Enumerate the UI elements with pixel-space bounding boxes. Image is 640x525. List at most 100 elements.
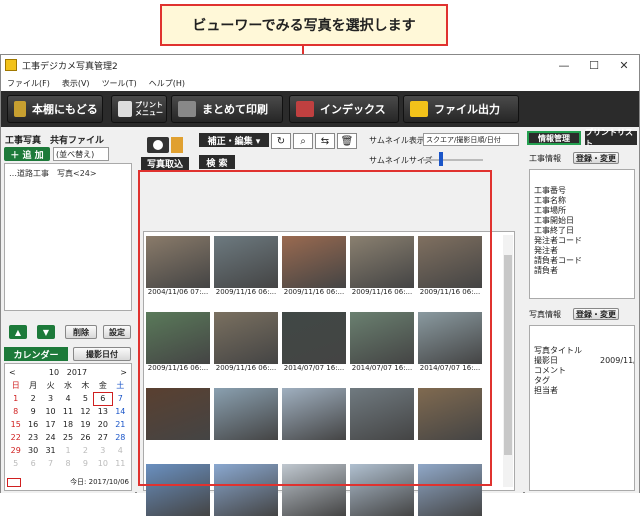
- calendar-weekday: 火: [46, 381, 55, 390]
- calendar-day[interactable]: 11: [112, 458, 129, 470]
- calendar-day[interactable]: 21: [112, 419, 129, 431]
- calendar-day[interactable]: 7: [42, 458, 59, 470]
- photo-import-button[interactable]: 写真取込: [141, 157, 189, 170]
- calendar-day[interactable]: 18: [59, 419, 76, 431]
- window-title: 工事デジカメ写真管理2: [22, 61, 118, 72]
- calendar-day[interactable]: 25: [59, 432, 76, 444]
- calendar-day[interactable]: 19: [77, 419, 94, 431]
- calendar-day[interactable]: 8: [59, 458, 76, 470]
- calendar-day[interactable]: 12: [77, 406, 94, 418]
- batch-print-button[interactable]: まとめて印刷: [171, 95, 283, 123]
- calendar-prev-button[interactable]: <: [9, 368, 16, 377]
- calendar-day[interactable]: 24: [42, 432, 59, 444]
- move-up-button[interactable]: ▲: [9, 325, 27, 339]
- calendar-day[interactable]: 4: [112, 445, 129, 457]
- calendar-day[interactable]: 1: [59, 445, 76, 457]
- today-marker-legend: [7, 477, 21, 487]
- maximize-button[interactable]: ☐: [579, 55, 609, 75]
- title-bar: 工事デジカメ写真管理2 — ☐ ✕: [1, 55, 639, 75]
- work-info-label: 工事情報: [529, 154, 561, 163]
- batch-print-icon: [178, 101, 196, 117]
- file-output-button[interactable]: ファイル出力: [403, 95, 519, 123]
- back-to-shelf-button[interactable]: 本棚にもどる: [7, 95, 103, 123]
- file-output-label: ファイル出力: [434, 103, 500, 116]
- calendar-day[interactable]: 9: [77, 458, 94, 470]
- magnifier-icon[interactable]: ⌕: [293, 133, 313, 149]
- calendar-day[interactable]: 13: [94, 406, 111, 418]
- calendar-today-label[interactable]: 今日: 2017/10/06: [70, 477, 129, 487]
- main-toolbar: 本棚にもどる プリント メニュー まとめて印刷 インデックス ファイル出力: [1, 91, 639, 127]
- calendar-day[interactable]: 23: [24, 432, 41, 444]
- print-menu-button[interactable]: プリント メニュー: [111, 95, 167, 123]
- calendar-day[interactable]: 7: [112, 393, 129, 405]
- calendar-day[interactable]: 27: [94, 432, 111, 444]
- calendar-day[interactable]: 1: [7, 393, 24, 405]
- calendar-day[interactable]: 3: [42, 393, 59, 405]
- tab-shoot-date[interactable]: 撮影日付: [73, 347, 131, 361]
- tab-info-management[interactable]: 情報管理: [527, 131, 581, 145]
- calendar-day[interactable]: 11: [59, 406, 76, 418]
- calendar-day[interactable]: 6: [24, 458, 41, 470]
- calendar-day[interactable]: 6: [93, 392, 113, 406]
- photo-caption: [214, 516, 278, 525]
- rotate-icon[interactable]: ↻: [271, 133, 291, 149]
- tab-print-list[interactable]: プリントリスト: [585, 128, 637, 148]
- move-down-button[interactable]: ▼: [37, 325, 55, 339]
- calendar-day[interactable]: 9: [24, 406, 41, 418]
- photo-info-field: 写真タイトル: [530, 346, 634, 356]
- swap-icon[interactable]: ⇆: [315, 133, 335, 149]
- calendar-day[interactable]: 10: [94, 458, 111, 470]
- calendar-weekday: 日: [11, 381, 20, 390]
- calendar-day[interactable]: 22: [7, 432, 24, 444]
- calendar-day[interactable]: 3: [94, 445, 111, 457]
- calendar-day[interactable]: 31: [42, 445, 59, 457]
- calendar-day[interactable]: 15: [7, 419, 24, 431]
- menu-help[interactable]: ヘルプ(H): [143, 78, 191, 89]
- folder-icon: [410, 101, 428, 117]
- photo-caption: [418, 516, 482, 525]
- trash-icon[interactable]: 🗑: [337, 133, 357, 149]
- calendar-day[interactable]: 14: [112, 406, 129, 418]
- add-button[interactable]: ＋ 追 加: [4, 147, 50, 161]
- calendar-day[interactable]: 2: [24, 393, 41, 405]
- delete-button[interactable]: 削除: [65, 325, 97, 339]
- search-button[interactable]: 検 索: [199, 155, 235, 169]
- minimize-button[interactable]: —: [549, 55, 579, 75]
- calendar-day[interactable]: 28: [112, 432, 129, 444]
- work-info-register-button[interactable]: 登録・変更: [573, 152, 619, 164]
- photo-grid-scroll-thumb[interactable]: [504, 255, 512, 455]
- menu-bar: ファイル(F) 表示(V) ツール(T) ヘルプ(H): [1, 75, 639, 91]
- thumbnail-size-knob[interactable]: [439, 152, 443, 166]
- calendar-weekday: 木: [81, 381, 90, 390]
- settings-button[interactable]: 設定: [103, 325, 131, 339]
- calendar-day[interactable]: 16: [24, 419, 41, 431]
- calendar-day[interactable]: 5: [7, 458, 24, 470]
- tab-calendar[interactable]: カレンダー: [4, 347, 68, 361]
- left-panel-title: 工事写真 共有ファイル: [5, 136, 105, 146]
- calendar-day[interactable]: 29: [7, 445, 24, 457]
- edit-correct-button[interactable]: 補正・編集 ▾: [199, 133, 269, 147]
- calendar-day[interactable]: 26: [77, 432, 94, 444]
- folder-tree: …道路工事 写真<24>: [4, 163, 132, 311]
- calendar-day[interactable]: 8: [7, 406, 24, 418]
- calendar-next-button[interactable]: >: [120, 368, 127, 377]
- calendar-day[interactable]: 30: [24, 445, 41, 457]
- photo-info-register-button[interactable]: 登録・変更: [573, 308, 619, 320]
- thumbnail-size-slider[interactable]: [423, 159, 483, 161]
- menu-view[interactable]: 表示(V): [56, 78, 96, 89]
- tree-item-road-work[interactable]: …道路工事 写真<24>: [9, 168, 97, 179]
- close-button[interactable]: ✕: [609, 55, 639, 75]
- menu-tools[interactable]: ツール(T): [96, 78, 143, 89]
- calendar-day[interactable]: 10: [42, 406, 59, 418]
- calendar-day[interactable]: 17: [42, 419, 59, 431]
- calendar-day[interactable]: 20: [94, 419, 111, 431]
- calendar-day[interactable]: 2: [77, 445, 94, 457]
- sort-select[interactable]: (並べ替え): [53, 147, 109, 161]
- menu-file[interactable]: ファイル(F): [1, 78, 56, 89]
- thumbnail-display-select[interactable]: スクエア/撮影日順/日付: [423, 133, 519, 146]
- calendar-day[interactable]: 4: [59, 393, 76, 405]
- photo-info-field-label: 写真タイトル: [534, 346, 582, 355]
- calendar-day[interactable]: 5: [77, 393, 94, 405]
- work-info-box: 工事番号 工事名称 工事場所 工事開始日 工事終了日 発注者コード 発注者 請負者コード 請負者: [529, 169, 635, 299]
- index-button[interactable]: インデックス: [289, 95, 399, 123]
